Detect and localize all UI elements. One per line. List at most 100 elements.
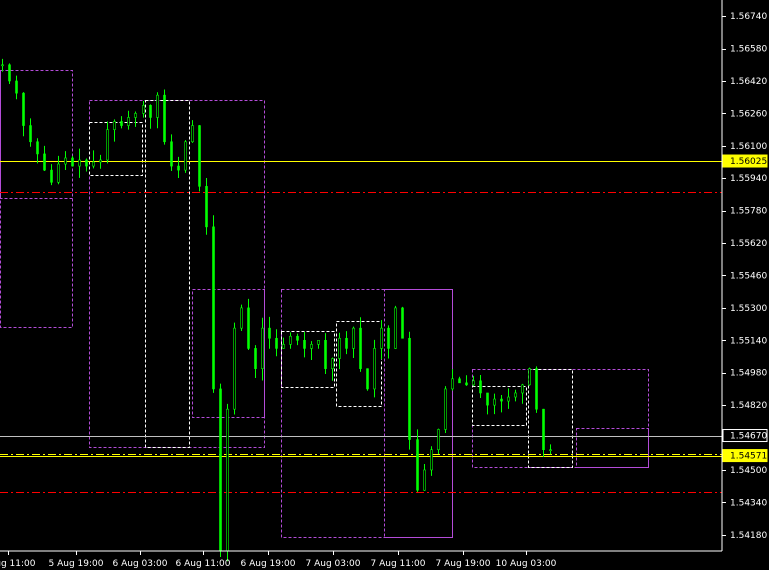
candle-body <box>156 94 159 118</box>
y-tick-label: 1.56740 <box>730 12 767 22</box>
candle <box>310 341 313 361</box>
candle <box>142 101 145 118</box>
chart-canvas[interactable]: 1.56740 1.56580 1.56420 1.56260 1.56100 1.559… <box>0 0 769 570</box>
candle-body <box>198 125 201 187</box>
candle <box>205 178 208 235</box>
candle-body <box>184 141 187 171</box>
candle <box>177 156 180 179</box>
candle <box>324 333 327 375</box>
y-tick-label: 1.55620 <box>730 239 767 249</box>
candle-body <box>416 439 419 491</box>
price-tag-label: 1.54571 <box>730 452 767 462</box>
candle <box>493 393 496 415</box>
candle <box>282 337 285 349</box>
candle-body <box>437 429 440 451</box>
candle-body <box>289 335 292 345</box>
candle-body <box>380 327 383 349</box>
x-tick-label: 5 Aug 19:00 <box>49 559 104 569</box>
candle-body <box>352 327 355 349</box>
candle-body <box>275 337 278 349</box>
candle-body <box>310 344 313 349</box>
candle <box>1 58 4 72</box>
candle-body <box>22 92 25 126</box>
candle <box>261 317 264 381</box>
candle <box>191 120 194 143</box>
candle <box>331 357 334 381</box>
candle-body <box>451 378 454 390</box>
candle <box>507 388 510 409</box>
candle-body <box>521 384 524 394</box>
candle <box>338 332 341 370</box>
candle <box>8 63 11 84</box>
candle <box>535 366 538 413</box>
candle-body <box>549 449 552 452</box>
candle-body <box>43 153 46 171</box>
candle-body <box>535 368 538 410</box>
candle <box>57 155 60 185</box>
candle-body <box>331 358 334 369</box>
candle <box>127 110 130 130</box>
candle-body <box>366 368 369 390</box>
price-tag-label: 1.54670 <box>730 432 767 442</box>
candle-body <box>240 307 243 329</box>
candle-body <box>247 307 250 349</box>
candle <box>219 383 222 558</box>
candle-body <box>359 327 362 369</box>
candle <box>373 339 376 398</box>
candle-body <box>78 159 81 167</box>
candle-body <box>430 449 433 471</box>
candle-body <box>57 163 60 183</box>
candle <box>134 111 137 127</box>
candle <box>198 124 201 192</box>
y-tick-label: 1.54180 <box>730 531 767 541</box>
candle <box>549 444 552 455</box>
candle-body <box>212 226 215 390</box>
candle <box>521 383 524 404</box>
x-tick-label: 7 Aug 19:00 <box>436 559 491 569</box>
candle-body <box>149 104 152 118</box>
y-tick-label: 1.54340 <box>730 498 767 508</box>
y-tick-label: 1.56420 <box>730 77 767 87</box>
candle-body <box>254 348 257 369</box>
candle <box>394 305 397 349</box>
candle <box>226 403 229 562</box>
candle-body <box>170 141 173 167</box>
candle <box>22 92 25 137</box>
zone-box <box>0 70 73 199</box>
candle-body <box>542 408 545 451</box>
candle <box>401 306 404 339</box>
candle <box>430 446 433 476</box>
candle-body <box>373 348 376 390</box>
zone-box <box>89 122 143 176</box>
candle <box>275 329 278 357</box>
price-tag-label: 1.56025 <box>730 157 767 167</box>
candle-body <box>472 380 475 386</box>
candle-body <box>507 396 510 402</box>
candle-body <box>324 340 327 369</box>
candle-body <box>514 392 517 398</box>
candle <box>106 121 109 164</box>
candle-body <box>226 408 229 552</box>
price-chart[interactable]: 1.56740 1.56580 1.56420 1.56260 1.56100 1.559… <box>0 0 769 570</box>
candle-body <box>85 159 88 167</box>
candle-body <box>444 388 447 430</box>
candle-body <box>15 80 18 94</box>
candle-body <box>163 94 166 143</box>
y-tick-label: 1.55140 <box>730 336 767 346</box>
candle <box>92 150 95 169</box>
candle-body <box>282 344 285 349</box>
candle <box>43 145 46 172</box>
candle-body <box>317 340 320 345</box>
x-tick-label: 6 Aug 03:00 <box>113 559 168 569</box>
candle-body <box>423 469 426 491</box>
candle-body <box>99 159 102 163</box>
candle-body <box>408 337 411 440</box>
x-tick-label: 6 Aug 19:00 <box>241 559 296 569</box>
candle <box>423 463 426 491</box>
candle <box>317 340 320 349</box>
y-tick-label: 1.55300 <box>730 304 767 314</box>
candle <box>170 134 173 171</box>
candle <box>458 376 461 384</box>
candle <box>212 215 215 393</box>
candle <box>233 322 236 415</box>
